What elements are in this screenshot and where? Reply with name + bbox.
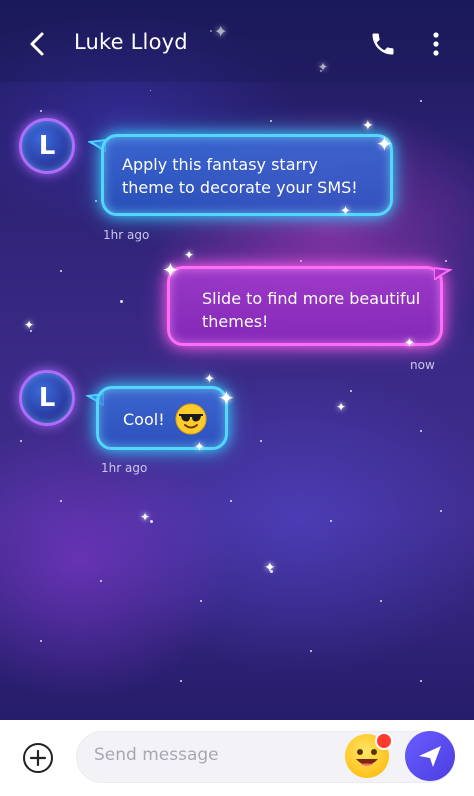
composer-bar: Send message [0,720,474,796]
sparkle-icon: ✦ [162,258,179,282]
message-bubble-incoming[interactable]: Cool! [96,386,228,450]
chat-header: Luke Lloyd [0,0,474,82]
sparkle-icon: ✦ [140,510,151,524]
message-bubble-outgoing[interactable]: Slide to find more beautiful themes! [167,266,443,346]
emoji-badge [375,732,393,750]
sunglasses-emoji-icon [175,403,207,435]
chat-screen: ✦ ✦ ✦ ✦ ✦ ✦ Luke Lloyd L Apply this fant… [0,0,474,796]
message-text: Slide to find more beautiful themes! [202,289,421,331]
sparkle-icon: ✦ [336,400,347,414]
send-button[interactable] [405,731,455,781]
sparkle-icon: ✦ [362,118,374,134]
avatar-letter: L [38,131,56,161]
message-text: Apply this fantasy starry theme to decor… [122,155,358,197]
message-text: Cool! [123,410,165,429]
back-arrow-icon[interactable] [24,26,52,62]
message-input-placeholder[interactable]: Send message [94,745,219,765]
add-circle-icon[interactable] [22,742,54,774]
sparkle-icon: ✦ [264,560,276,576]
message-timestamp: now [410,358,435,372]
contact-name[interactable]: Luke Lloyd [74,30,188,54]
sparkle-icon: ✦ [194,440,205,455]
sparkle-icon: ✦ [404,336,415,351]
sparkle-icon: ✦ [204,372,215,387]
sparkle-icon: ✦ [24,318,35,332]
sparkle-icon: ✦ [218,386,235,410]
phone-icon[interactable] [369,30,397,58]
sparkle-icon: ✦ [184,248,195,262]
sparkle-icon: ✦ [376,132,393,156]
avatar-letter: L [38,383,56,413]
message-timestamp: 1hr ago [101,461,148,475]
more-vert-icon[interactable] [426,30,446,58]
contact-avatar[interactable]: L [19,118,75,174]
bubble-tail [434,266,452,280]
contact-avatar[interactable]: L [19,370,75,426]
send-icon [419,746,441,767]
sparkle-icon: ✦ [340,204,351,219]
message-timestamp: 1hr ago [103,228,150,242]
